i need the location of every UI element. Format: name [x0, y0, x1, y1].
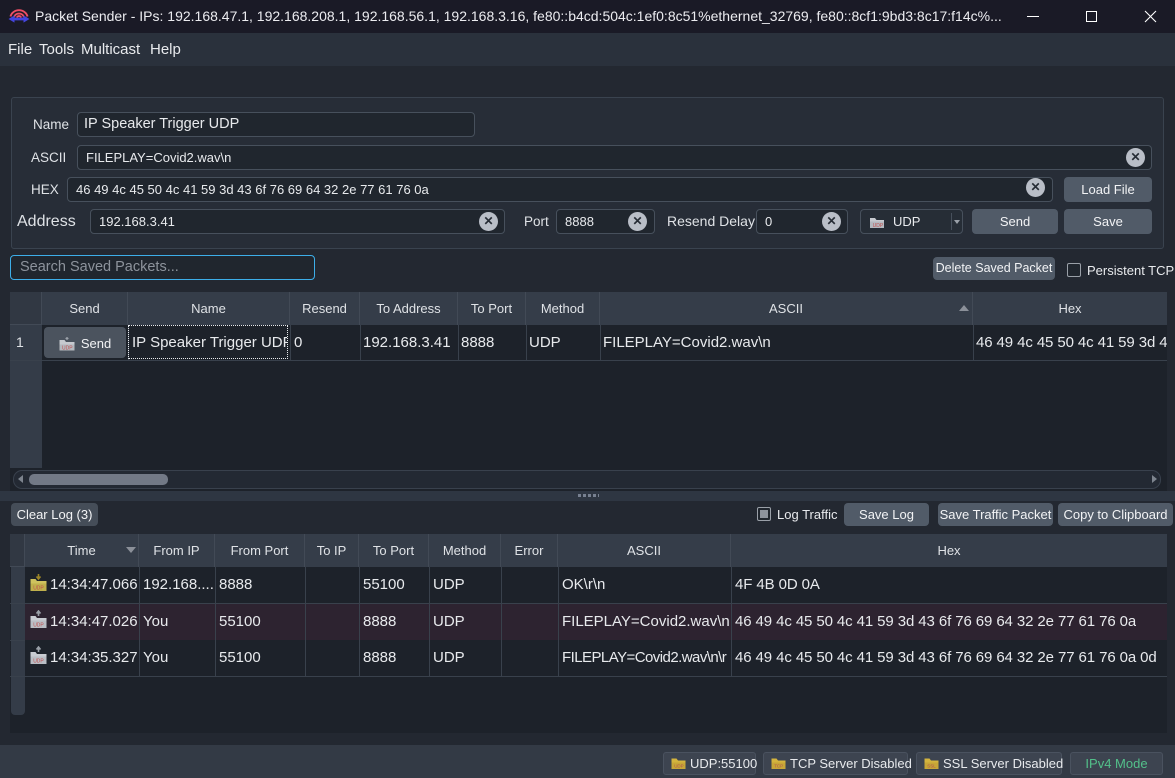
svg-text:UDP: UDP [33, 659, 44, 665]
svg-text:UDP: UDP [33, 623, 44, 629]
svg-text:TCP: TCP [774, 764, 783, 769]
svg-text:UDP: UDP [33, 586, 44, 592]
svg-text:UDP: UDP [62, 345, 73, 351]
svg-text:SSL: SSL [927, 764, 936, 769]
svg-text:UDP: UDP [674, 764, 684, 769]
svg-text:UDP: UDP [873, 223, 884, 229]
